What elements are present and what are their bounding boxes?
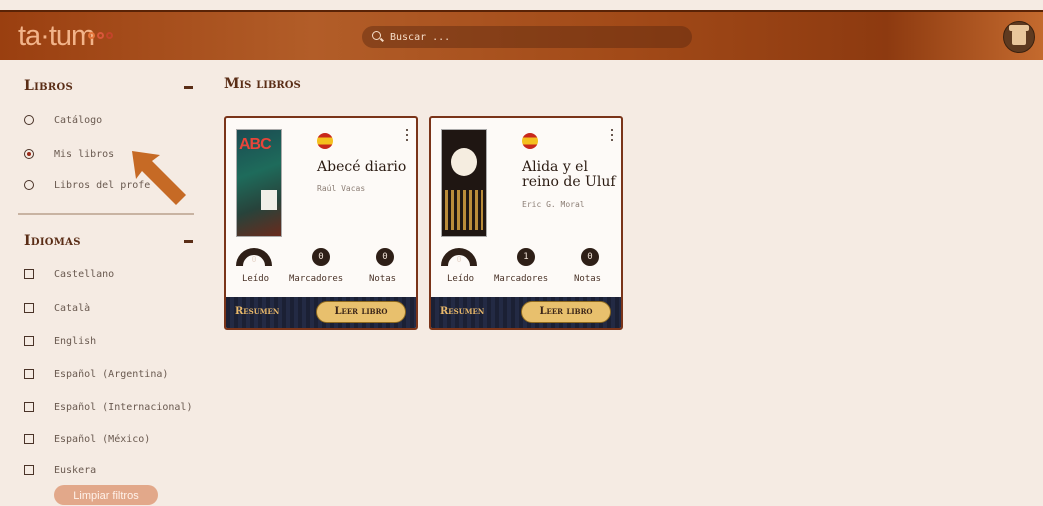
filter-espanol-argentina[interactable]: Español (Argentina) xyxy=(24,365,168,383)
checkbox-icon[interactable] xyxy=(24,369,34,379)
checkbox-icon[interactable] xyxy=(24,336,34,346)
pointer-arrow-icon xyxy=(132,151,186,205)
filter-english[interactable]: English xyxy=(24,332,96,350)
checkbox-icon[interactable] xyxy=(24,465,34,475)
read-label: Leído xyxy=(242,274,270,284)
spain-flag-icon xyxy=(317,133,333,149)
filter-label: English xyxy=(54,335,97,347)
book-cover[interactable] xyxy=(236,129,282,237)
bookmarks-label: Marcadores xyxy=(494,274,549,284)
radio-selected-icon[interactable] xyxy=(24,149,34,159)
logo-dots-icon xyxy=(88,32,113,39)
filter-label: Euskera xyxy=(54,464,97,476)
bookmarks-count: 0 xyxy=(312,248,330,266)
notes-count: 0 xyxy=(581,248,599,266)
filter-label: Catálogo xyxy=(54,114,103,126)
sidebar: Libros Catálogo Mis libros Libros del pr… xyxy=(0,58,205,505)
bookmarks-label: Marcadores xyxy=(289,274,344,284)
more-options-icon[interactable] xyxy=(611,129,614,141)
notes-label: Notas xyxy=(574,274,602,284)
filter-label: Català xyxy=(54,302,91,314)
book-stats: 0 0 0 Leído Marcadores Notas xyxy=(226,248,416,288)
filter-espanol-mexico[interactable]: Español (México) xyxy=(24,430,150,448)
search-bar[interactable] xyxy=(362,26,692,48)
notes-label: Notas xyxy=(369,274,397,284)
book-title[interactable]: Alida y el reino de Uluf xyxy=(522,160,618,190)
filter-euskera[interactable]: Euskera xyxy=(24,461,96,479)
read-book-button[interactable]: Leer libro xyxy=(316,301,406,323)
book-stats: 0 1 0 Leído Marcadores Notas xyxy=(431,248,621,288)
checkbox-icon[interactable] xyxy=(24,402,34,412)
radio-icon[interactable] xyxy=(24,115,34,125)
filter-espanol-internacional[interactable]: Español (Internacional) xyxy=(24,398,192,416)
section-title-languages: Idiomas xyxy=(24,233,81,249)
spain-flag-icon xyxy=(522,133,538,149)
checkbox-icon[interactable] xyxy=(24,269,34,279)
read-label: Leído xyxy=(447,274,475,284)
summary-button[interactable]: Resumen xyxy=(235,306,279,317)
collapse-languages-icon[interactable] xyxy=(184,240,193,243)
book-cover[interactable] xyxy=(441,129,487,237)
filter-catalogo[interactable]: Catálogo xyxy=(24,111,102,129)
book-title[interactable]: Abecé diario xyxy=(317,160,413,175)
book-author: Eric G. Moral xyxy=(522,200,585,209)
bookmarks-count: 1 xyxy=(517,248,535,266)
summary-button[interactable]: Resumen xyxy=(440,306,484,317)
book-card[interactable]: Abecé diario Raúl Vacas 0 0 0 Leído Marc… xyxy=(224,116,418,330)
filter-mis-libros[interactable]: Mis libros xyxy=(24,145,114,163)
read-progress-value: 0 xyxy=(251,255,257,264)
notes-count: 0 xyxy=(376,248,394,266)
radio-icon[interactable] xyxy=(24,180,34,190)
filter-label: Español (Internacional) xyxy=(54,401,193,413)
filter-castellano[interactable]: Castellano xyxy=(24,265,114,283)
page-title: Mis libros xyxy=(224,76,301,92)
checkbox-icon[interactable] xyxy=(24,434,34,444)
section-title-books: Libros xyxy=(24,78,74,94)
filter-catala[interactable]: Català xyxy=(24,299,90,317)
read-book-button[interactable]: Leer libro xyxy=(521,301,611,323)
book-card[interactable]: Alida y el reino de Uluf Eric G. Moral 0… xyxy=(429,116,623,330)
filter-label: Mis libros xyxy=(54,148,115,160)
search-icon xyxy=(372,31,384,43)
filter-label: Español (México) xyxy=(54,433,151,445)
more-options-icon[interactable] xyxy=(406,129,409,141)
logo[interactable]: ta·tum xyxy=(18,20,95,52)
top-bar: ta·tum xyxy=(0,10,1043,60)
collapse-books-icon[interactable] xyxy=(184,86,193,89)
card-footer: Resumen Leer libro xyxy=(226,297,416,328)
book-author: Raúl Vacas xyxy=(317,184,366,193)
card-footer: Resumen Leer libro xyxy=(431,297,621,328)
clear-filters-button[interactable]: Limpiar filtros xyxy=(54,485,158,505)
avatar[interactable] xyxy=(1003,21,1035,53)
checkbox-icon[interactable] xyxy=(24,303,34,313)
filter-label: Castellano xyxy=(54,268,115,280)
user-icon xyxy=(1009,25,1029,45)
read-progress-value: 0 xyxy=(456,255,462,264)
search-input[interactable] xyxy=(388,30,682,44)
filter-label: Español (Argentina) xyxy=(54,368,169,380)
